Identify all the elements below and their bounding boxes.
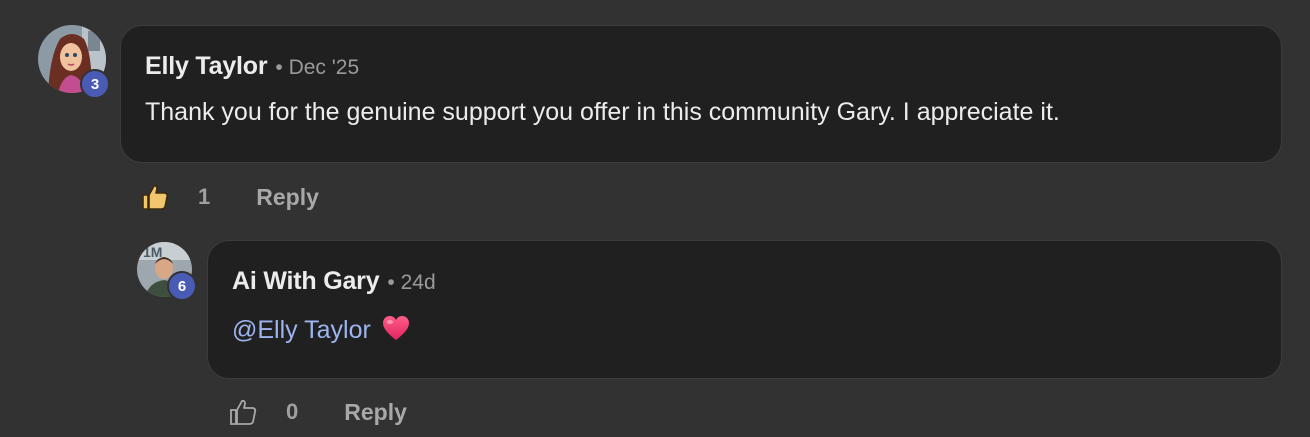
thumbs-up-outline-icon[interactable] [228,397,258,427]
reply-author-name[interactable]: Ai With Gary [232,267,380,296]
comment-timestamp: • Dec '25 [275,56,360,79]
comment-actions: 1 Reply [140,182,319,212]
reply-timestamp: • 24d [387,271,436,294]
reply-bubble: Ai With Gary • 24d @Elly Taylor [207,240,1282,379]
comment-like-count: 1 [198,184,211,209]
reply-header: Ai With Gary • 24d [232,267,436,296]
comment-header: Elly Taylor • Dec '25 [145,52,359,81]
reply-text: @Elly Taylor [232,314,411,345]
user-mention[interactable]: @Elly Taylor [232,316,371,344]
reply-actions: 0 Reply [228,397,407,427]
reply-like-count: 0 [286,399,299,424]
comment-bubble: Elly Taylor • Dec '25 Thank you for the … [120,25,1282,163]
heart-icon [382,316,409,340]
comment-text: Thank you for the genuine support you of… [145,98,1060,126]
svg-text:1M: 1M [143,244,162,260]
level-badge: 6 [167,271,197,301]
reply-reply-button[interactable]: Reply [344,399,407,426]
comment-author-name[interactable]: Elly Taylor [145,52,268,81]
comment-reply-button[interactable]: Reply [256,184,319,211]
reply-author-avatar[interactable]: 1M 6 [137,242,197,301]
level-badge: 3 [80,69,110,99]
thumbs-up-filled-icon[interactable] [140,182,170,212]
comment-author-avatar[interactable]: 3 [38,25,110,99]
